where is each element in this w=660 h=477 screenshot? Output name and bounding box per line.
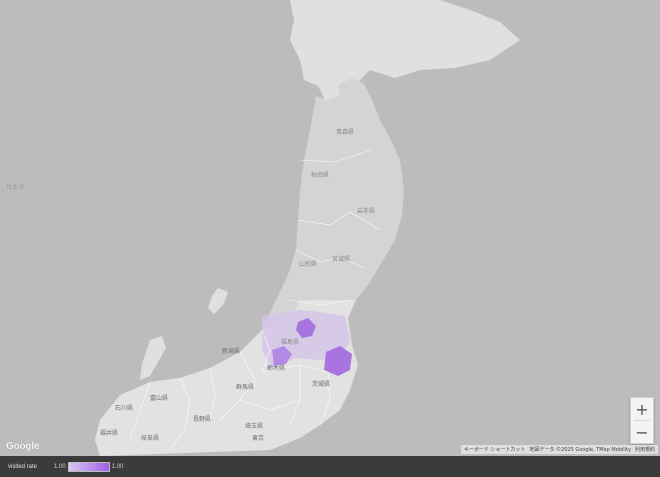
legend-bar: visited rate 1.00 1.00 bbox=[0, 456, 660, 477]
label-fukui: 福井県 bbox=[100, 430, 119, 437]
zoom-out-button[interactable]: − bbox=[631, 421, 653, 443]
legend-title: visited rate bbox=[8, 463, 38, 470]
label-nagano: 長野県 bbox=[193, 416, 212, 423]
zoom-in-button[interactable]: + bbox=[631, 398, 653, 420]
sea-label: 日本海 bbox=[6, 184, 25, 191]
label-saitama: 埼玉県 bbox=[245, 423, 264, 430]
legend-min-value: 1.00 bbox=[54, 463, 66, 470]
label-aomori: 青森県 bbox=[336, 129, 355, 136]
label-fukushima: 福島県 bbox=[281, 339, 300, 346]
label-tochigi: 栃木県 bbox=[267, 365, 286, 372]
map-data-credit: 地図データ ©2025 Google, TMap Mobility bbox=[529, 447, 631, 453]
label-ishikawa: 石川県 bbox=[115, 405, 134, 412]
keyboard-shortcuts-link[interactable]: キーボード ショートカット bbox=[464, 446, 526, 453]
label-tokyo: 東京 bbox=[252, 435, 265, 442]
terms-link[interactable]: 利用規約 bbox=[635, 446, 655, 453]
label-gunma: 群馬県 bbox=[236, 384, 255, 391]
noto-peninsula bbox=[140, 336, 166, 380]
label-miyagi: 宮城県 bbox=[332, 256, 351, 263]
label-iwate: 岩手県 bbox=[357, 208, 376, 215]
label-ibaraki: 茨城県 bbox=[312, 381, 331, 388]
map-canvas[interactable]: 日本海 青森県 秋田県 岩手県 山形県 宮城県 福島県 新潟県 栃木県 群馬県 … bbox=[0, 0, 660, 456]
zoom-controls: + − bbox=[630, 397, 654, 444]
label-toyama: 富山県 bbox=[150, 395, 169, 402]
label-gifu: 岐阜県 bbox=[141, 435, 160, 442]
legend-gradient bbox=[67, 461, 110, 472]
label-akita: 秋田県 bbox=[311, 172, 330, 179]
map-attribution: キーボード ショートカット 地図データ ©2025 Google, TMap M… bbox=[460, 445, 658, 454]
google-logo[interactable]: Google bbox=[6, 441, 39, 452]
hokkaido-land bbox=[290, 0, 520, 108]
label-yamagata: 山形県 bbox=[299, 261, 318, 268]
legend-max-value: 1.00 bbox=[111, 463, 124, 470]
sado-island bbox=[208, 288, 228, 314]
label-niigata: 新潟県 bbox=[222, 348, 241, 355]
